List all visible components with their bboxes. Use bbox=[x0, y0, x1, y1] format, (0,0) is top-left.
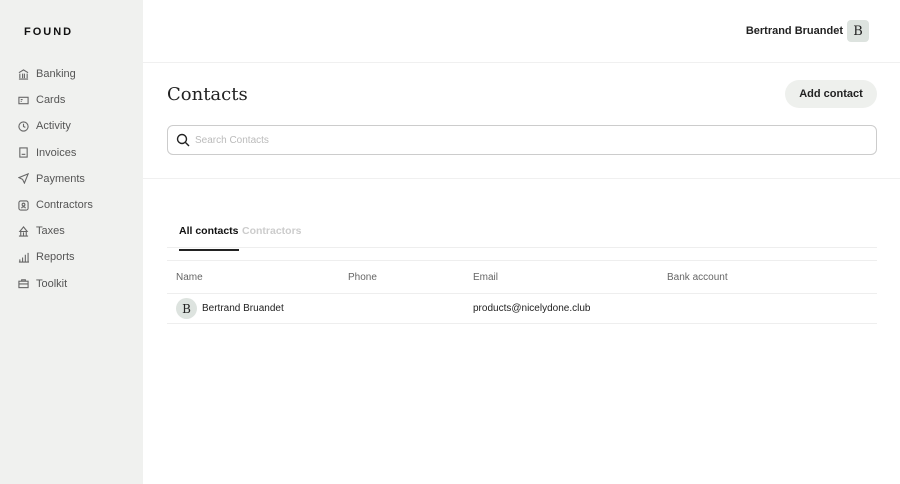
building-icon bbox=[18, 225, 29, 237]
sidebar-item-label: Taxes bbox=[36, 225, 65, 238]
sidebar-item-invoices[interactable]: Invoices bbox=[18, 140, 93, 166]
contact-email: products@nicelydone.club bbox=[473, 303, 591, 314]
divider bbox=[143, 178, 900, 179]
column-header-bank-account[interactable]: Bank account bbox=[667, 272, 877, 283]
sidebar-item-banking[interactable]: Banking bbox=[18, 61, 93, 87]
contact-name: Bertrand Bruandet bbox=[202, 303, 284, 314]
tab-all-contacts[interactable]: All contacts bbox=[179, 225, 239, 251]
sidebar-nav: Banking Cards Activity Invoices Payments… bbox=[18, 61, 93, 297]
sidebar-item-contractors[interactable]: Contractors bbox=[18, 192, 93, 218]
search-icon bbox=[176, 133, 190, 147]
user-name[interactable]: Bertrand Bruandet bbox=[746, 25, 843, 37]
bank-icon bbox=[18, 68, 29, 80]
contact-tabs: All contacts Contractors bbox=[167, 220, 877, 251]
sidebar: FOUND Banking Cards Activity Invoices Pa… bbox=[0, 0, 143, 484]
sidebar-item-payments[interactable]: Payments bbox=[18, 166, 93, 192]
sidebar-item-label: Contractors bbox=[36, 199, 93, 212]
sidebar-item-label: Payments bbox=[36, 172, 85, 185]
sidebar-item-activity[interactable]: Activity bbox=[18, 113, 93, 139]
sidebar-item-cards[interactable]: Cards bbox=[18, 87, 93, 113]
search-bar[interactable] bbox=[167, 125, 877, 155]
clock-icon bbox=[18, 121, 29, 132]
sidebar-item-label: Toolkit bbox=[36, 277, 68, 290]
contact-avatar: B bbox=[176, 298, 197, 319]
tab-contractors[interactable]: Contractors bbox=[242, 225, 302, 249]
sidebar-item-label: Invoices bbox=[36, 146, 77, 159]
table-header: Name Phone Email Bank account bbox=[167, 260, 877, 293]
sidebar-item-toolkit[interactable]: Toolkit bbox=[18, 271, 93, 297]
send-icon bbox=[18, 173, 29, 185]
table-row[interactable]: B Bertrand Bruandet products@nicelydone.c… bbox=[167, 293, 877, 324]
card-icon bbox=[18, 96, 29, 105]
sidebar-item-taxes[interactable]: Taxes bbox=[18, 218, 93, 244]
logo: FOUND bbox=[24, 26, 74, 38]
user-avatar[interactable]: B bbox=[847, 20, 869, 42]
column-header-email[interactable]: Email bbox=[473, 272, 667, 283]
briefcase-icon bbox=[18, 279, 29, 289]
invoice-icon bbox=[19, 147, 28, 158]
add-contact-button[interactable]: Add contact bbox=[785, 80, 877, 108]
contractor-icon bbox=[18, 199, 29, 211]
contacts-table: Name Phone Email Bank account B Bertrand … bbox=[167, 260, 877, 324]
sidebar-item-label: Cards bbox=[36, 94, 66, 107]
sidebar-item-label: Reports bbox=[36, 251, 75, 264]
top-bar: Bertrand Bruandet B bbox=[143, 0, 900, 63]
page-title: Contacts bbox=[167, 84, 248, 105]
column-header-name[interactable]: Name bbox=[167, 272, 348, 283]
search-input[interactable] bbox=[195, 134, 876, 146]
sidebar-item-reports[interactable]: Reports bbox=[18, 244, 93, 270]
sidebar-item-label: Banking bbox=[36, 68, 76, 81]
column-header-phone[interactable]: Phone bbox=[348, 272, 473, 283]
sidebar-item-label: Activity bbox=[36, 120, 71, 133]
chart-icon bbox=[18, 252, 29, 263]
contact-name-cell: B Bertrand Bruandet bbox=[167, 298, 348, 319]
